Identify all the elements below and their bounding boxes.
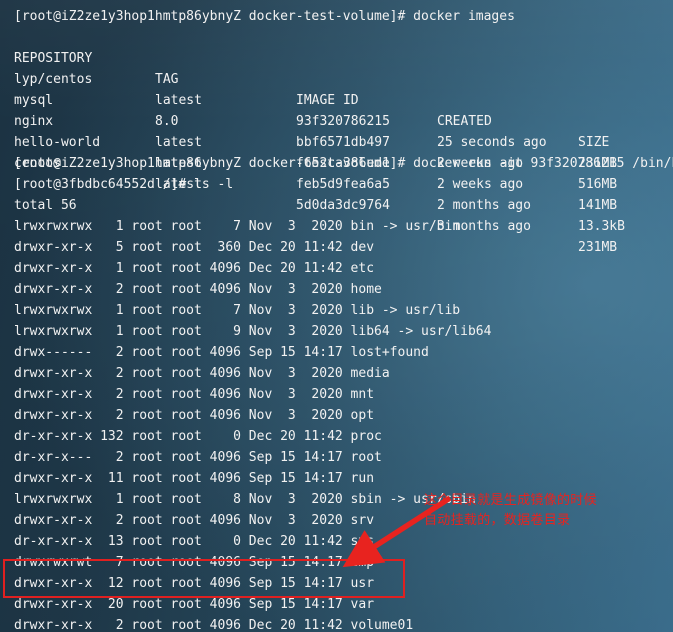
- image-id: f652ca386ed1: [296, 156, 390, 171]
- image-size: 13.3kB: [578, 219, 625, 234]
- images-table-row: centos latest 5d0da3dc9764 3 months ago …: [0, 132, 673, 255]
- ls-entry-usr: drwxr-xr-x 12 root root 4096 Sep 15 14:1…: [14, 576, 375, 591]
- ls-entry-var: drwxr-xr-x 20 root root 4096 Sep 15 14:1…: [14, 597, 375, 612]
- ls-entry-lost-found: drwx------ 2 root root 4096 Sep 15 14:17…: [14, 345, 429, 360]
- ls-entry-dev: drwxr-xr-x 5 root root 360 Dec 20 11:42 …: [14, 240, 375, 255]
- terminal-screen: [root@iZ2ze1y3hop1hmtp86ybnyZ docker-tes…: [0, 0, 673, 632]
- ls-entry-volume01: drwxr-xr-x 2 root root 4096 Dec 20 11:42…: [14, 618, 414, 632]
- image-created: 2 weeks ago: [437, 177, 524, 192]
- ls-entry-etc: drwxr-xr-x 1 root root 4096 Dec 20 11:42…: [14, 261, 375, 276]
- ls-entry-srv: drwxr-xr-x 2 root root 4096 Nov 3 2020 s…: [14, 513, 375, 528]
- ls-entry-lib: lrwxrwxrwx 1 root root 7 Nov 3 2020 lib …: [14, 303, 461, 318]
- images-table-header: REPOSITORY TAG IMAGE ID CREATED SIZE: [0, 27, 673, 150]
- image-size: 231MB: [578, 156, 618, 171]
- image-id: 5d0da3dc9764: [296, 198, 390, 213]
- ls-entry-media: drwxr-xr-x 2 root root 4096 Nov 3 2020 m…: [14, 366, 390, 381]
- image-id: feb5d9fea6a5: [296, 177, 390, 192]
- ls-entry-mnt: drwxr-xr-x 2 root root 4096 Nov 3 2020 m…: [14, 387, 375, 402]
- image-repository: centos: [14, 156, 61, 171]
- image-created: 3 months ago: [437, 219, 531, 234]
- image-created: 2 weeks ago: [437, 156, 524, 171]
- ls-entry-sbin: lrwxrwxrwx 1 root root 8 Nov 3 2020 sbin…: [14, 492, 476, 507]
- images-table-row: mysql 8.0 bbf6571db497 2 weeks ago 516MB: [0, 69, 673, 192]
- images-table-row: lyp/centos latest 93f320786215 25 second…: [0, 48, 673, 171]
- images-table-row: nginx latest f652ca386ed1 2 weeks ago 14…: [0, 90, 673, 213]
- ls-entry-home: drwxr-xr-x 2 root root 4096 Nov 3 2020 h…: [14, 282, 382, 297]
- ls-entry-lib64: lrwxrwxrwx 1 root root 9 Nov 3 2020 lib6…: [14, 324, 492, 339]
- ls-entry-run: drwxr-xr-x 11 root root 4096 Sep 15 14:1…: [14, 471, 375, 486]
- images-table-row: hello-world latest feb5d9fea6a5 2 months…: [0, 111, 673, 234]
- command-line-docker-images: [root@iZ2ze1y3hop1hmtp86ybnyZ docker-tes…: [14, 9, 515, 24]
- ls-entry-tmp: drwxrwxrwt 7 root root 4096 Sep 15 14:17…: [14, 555, 375, 570]
- ls-entry-bin: lrwxrwxrwx 1 root root 7 Nov 3 2020 bin …: [14, 219, 461, 234]
- image-tag: latest: [155, 156, 202, 171]
- image-size: 231MB: [578, 240, 618, 255]
- ls-entry-proc: dr-xr-xr-x 132 root root 0 Dec 20 11:42 …: [14, 429, 382, 444]
- ls-entry-opt: drwxr-xr-x 2 root root 4096 Nov 3 2020 o…: [14, 408, 375, 423]
- image-size: 141MB: [578, 198, 618, 213]
- terminal-window[interactable]: [root@iZ2ze1y3hop1hmtp86ybnyZ docker-tes…: [0, 0, 673, 632]
- ls-entry-root: dr-xr-x--- 2 root root 4096 Sep 15 14:17…: [14, 450, 382, 465]
- image-tag: latest: [155, 177, 202, 192]
- image-created: 2 months ago: [437, 198, 531, 213]
- image-size: 516MB: [578, 177, 618, 192]
- ls-entry-sys: dr-xr-xr-x 13 root root 0 Dec 20 11:42 s…: [14, 534, 375, 549]
